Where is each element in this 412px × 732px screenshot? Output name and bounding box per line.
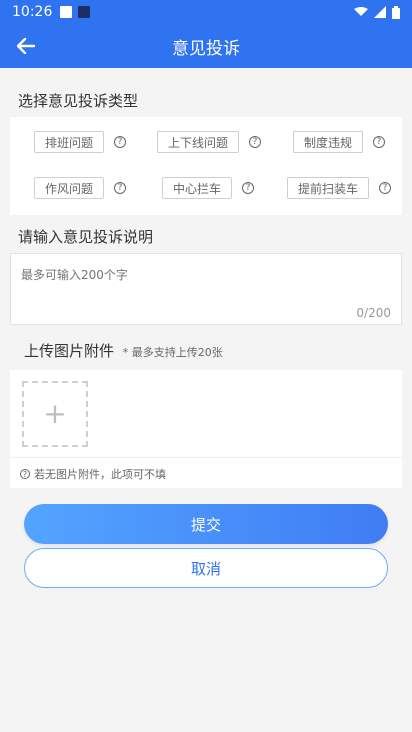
type-chip-label[interactable]: 提前扫装车 bbox=[287, 177, 370, 199]
app-notification-icon bbox=[78, 6, 91, 18]
upload-subtitle: * 最多支持上传20张 bbox=[122, 346, 223, 359]
help-icon[interactable]: ? bbox=[373, 136, 386, 148]
type-chip-label[interactable]: 排班问题 bbox=[34, 131, 105, 153]
page-title: 意见投诉 bbox=[172, 38, 240, 59]
description-card: 0/200 bbox=[10, 253, 402, 325]
plus-icon: + bbox=[43, 397, 67, 430]
upload-hint: ? 若无图片附件，此项可不填 bbox=[20, 466, 166, 482]
help-icon[interactable]: ? bbox=[114, 136, 127, 148]
wifi-icon bbox=[354, 7, 368, 17]
type-option-schedule[interactable]: 排班问题 ? bbox=[34, 131, 127, 153]
status-icons bbox=[354, 5, 400, 19]
app-bar: 意见投诉 bbox=[0, 24, 412, 68]
description-input[interactable] bbox=[11, 254, 401, 324]
upload-card: + ? 若无图片附件，此项可不填 bbox=[10, 370, 402, 488]
upload-section-title: 上传图片附件 * 最多支持上传20张 bbox=[24, 340, 223, 361]
cancel-button[interactable]: 取消 bbox=[24, 548, 388, 588]
desc-section-title: 请输入意见投诉说明 bbox=[18, 228, 154, 246]
type-chip-label[interactable]: 上下线问题 bbox=[157, 131, 240, 153]
upload-title: 上传图片附件 bbox=[24, 342, 115, 360]
help-icon[interactable]: ? bbox=[249, 136, 262, 148]
status-time: 10:26 bbox=[12, 4, 53, 20]
help-icon[interactable]: ? bbox=[242, 182, 255, 194]
type-option-online-offline[interactable]: 上下线问题 ? bbox=[157, 131, 262, 153]
type-option-conduct[interactable]: 作风问题 ? bbox=[34, 177, 127, 199]
add-image-button[interactable]: + bbox=[22, 381, 88, 447]
arrow-left-icon bbox=[17, 38, 35, 54]
help-icon[interactable]: ? bbox=[379, 182, 392, 194]
type-card: 排班问题 ? 上下线问题 ? 制度违规 ? 作风问题 ? 中心拦车 ? 提前扫装… bbox=[10, 117, 402, 215]
status-bar: 10:26 bbox=[0, 0, 412, 24]
submit-button[interactable]: 提交 bbox=[24, 504, 388, 544]
type-chip-label[interactable]: 制度违规 bbox=[293, 131, 364, 153]
upload-hint-text: 若无图片附件，此项可不填 bbox=[34, 468, 166, 481]
type-option-rule-violation[interactable]: 制度违规 ? bbox=[293, 131, 386, 153]
signal-icon bbox=[374, 6, 386, 18]
notification-icon bbox=[60, 6, 73, 18]
type-chip-label[interactable]: 中心拦车 bbox=[162, 177, 233, 199]
type-option-early-scan[interactable]: 提前扫装车 ? bbox=[287, 177, 392, 199]
type-section-title: 选择意见投诉类型 bbox=[18, 92, 139, 110]
char-counter: 0/200 bbox=[356, 306, 391, 320]
help-icon: ? bbox=[20, 469, 30, 479]
type-chip-label[interactable]: 作风问题 bbox=[34, 177, 105, 199]
type-option-center-block[interactable]: 中心拦车 ? bbox=[162, 177, 255, 199]
divider bbox=[10, 457, 402, 458]
battery-icon bbox=[392, 5, 400, 19]
help-icon[interactable]: ? bbox=[114, 182, 127, 194]
back-button[interactable] bbox=[12, 32, 40, 60]
